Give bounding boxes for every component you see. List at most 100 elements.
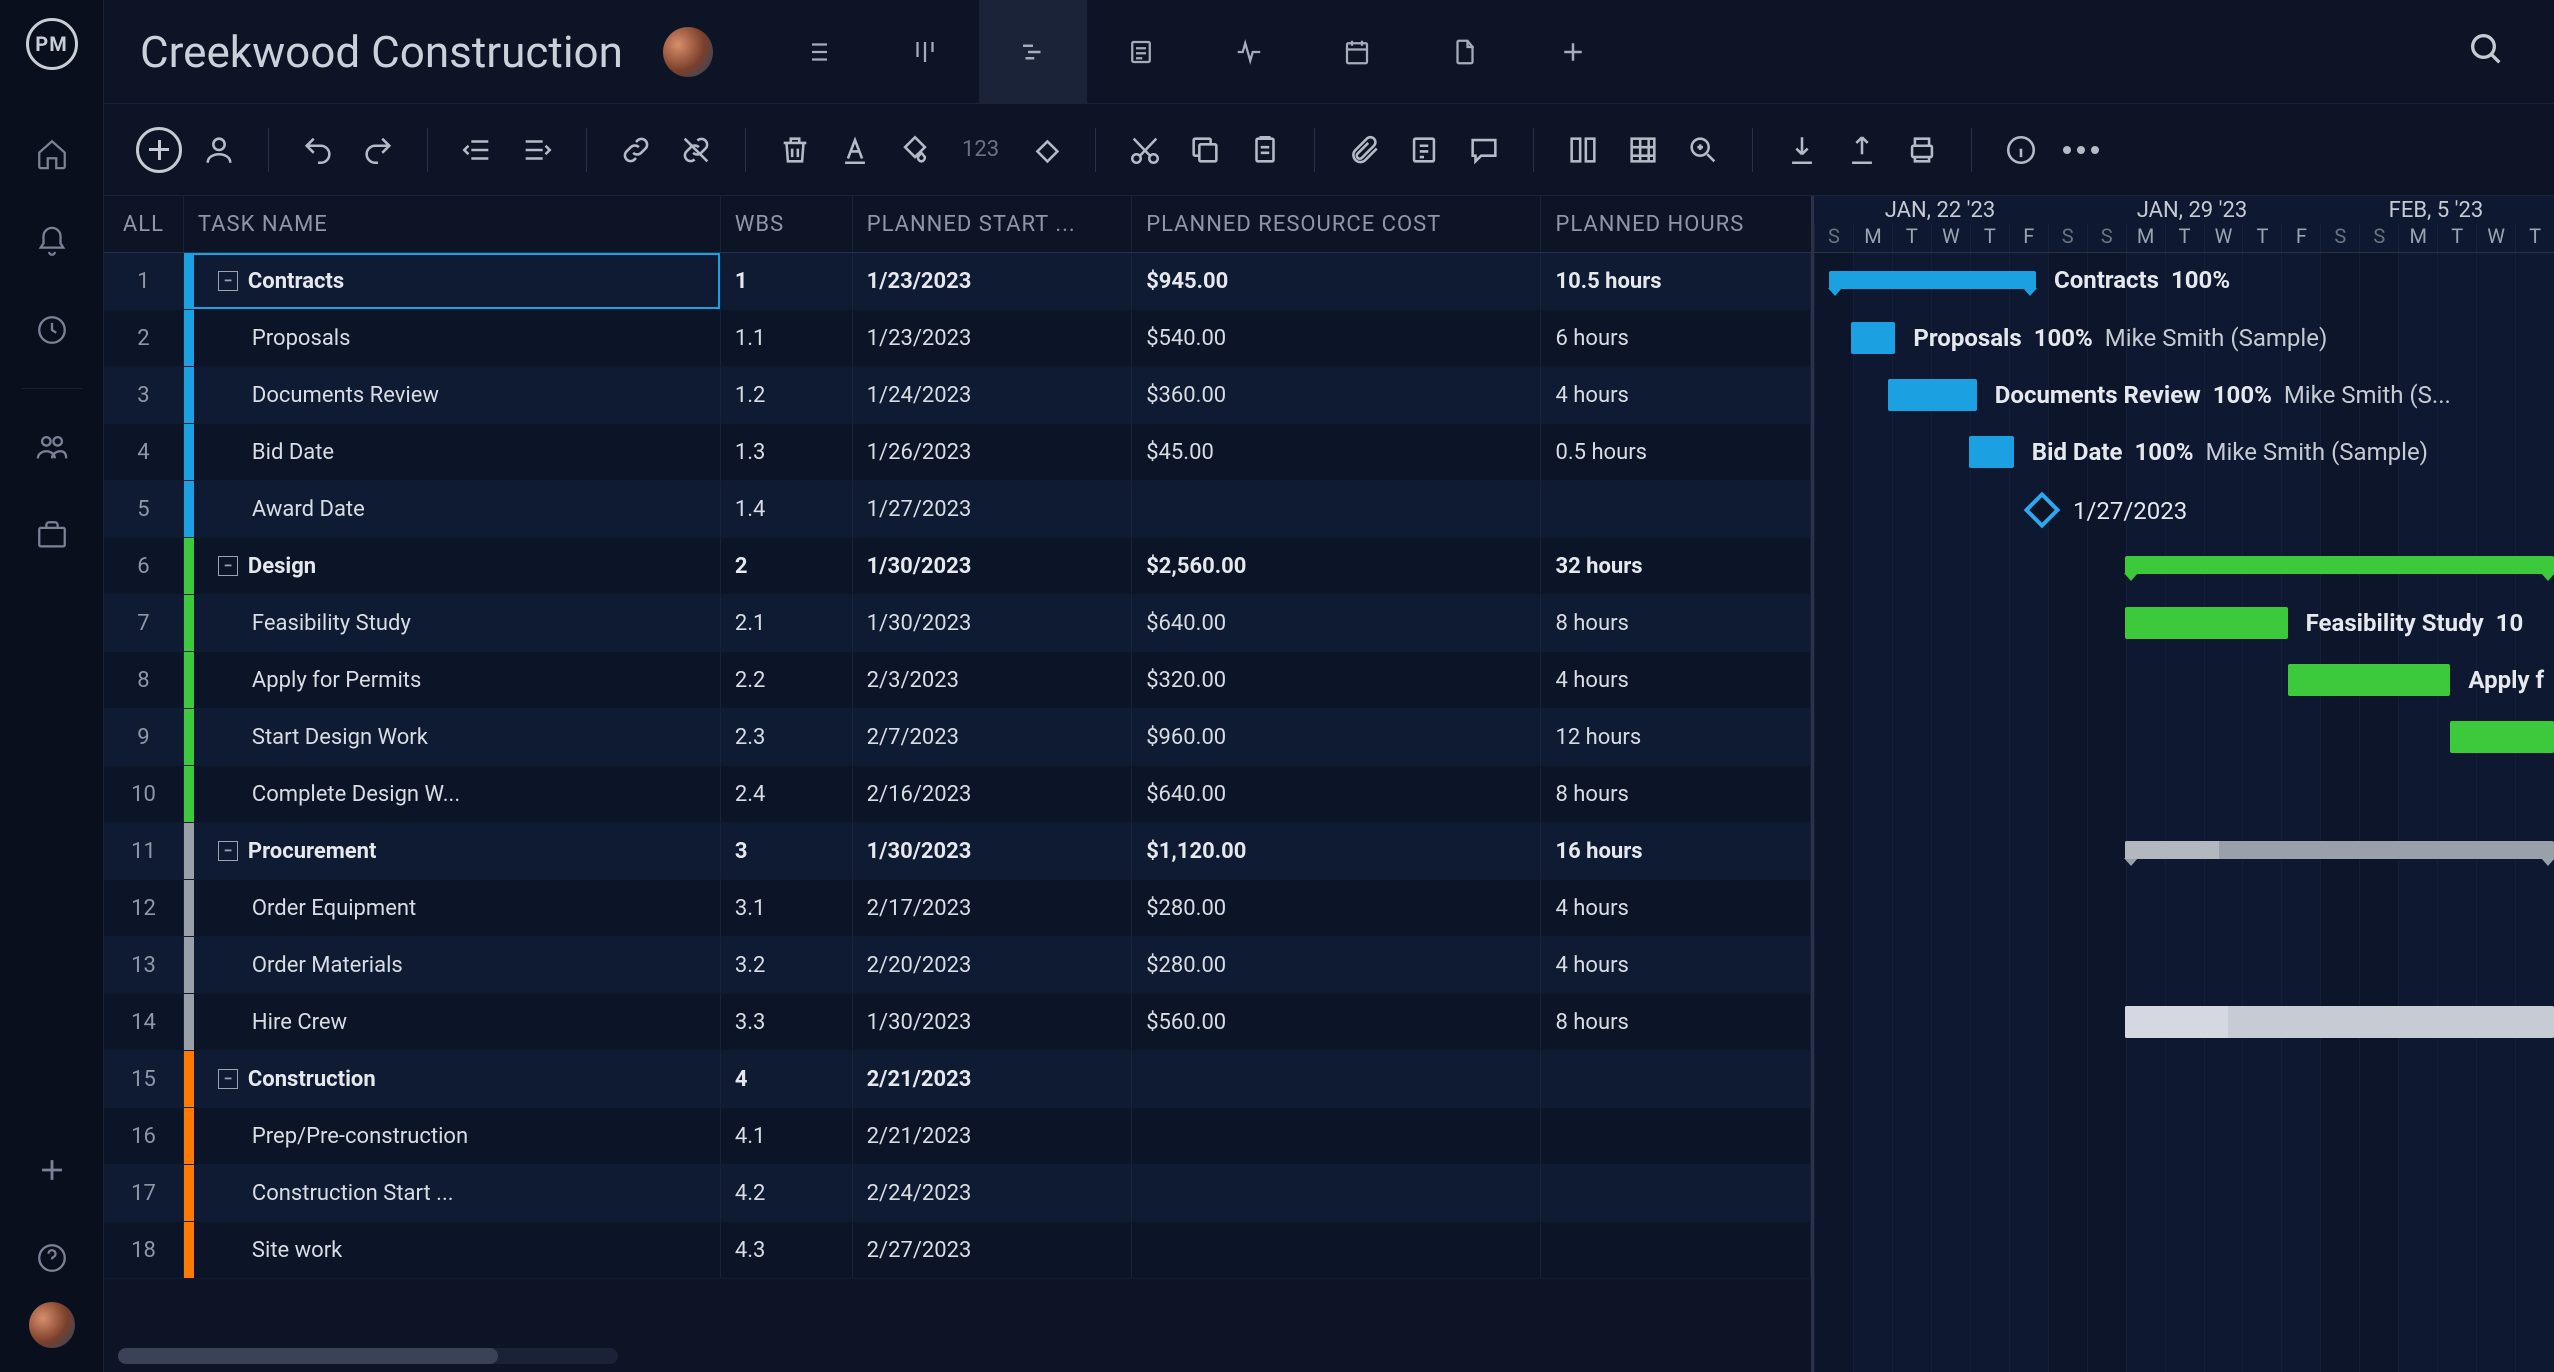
indent-button[interactable] (510, 123, 564, 177)
cell-wbs[interactable]: 2.2 (721, 652, 853, 708)
text-color-button[interactable] (828, 123, 882, 177)
view-list-icon[interactable] (763, 0, 871, 104)
collapse-toggle[interactable]: − (218, 841, 238, 861)
cell-wbs[interactable]: 1.4 (721, 481, 853, 537)
info-button[interactable] (1994, 123, 2048, 177)
gantt-row[interactable] (1814, 538, 2554, 595)
cell-start[interactable]: 2/16/2023 (853, 766, 1133, 822)
row-number[interactable]: 14 (104, 994, 184, 1050)
gantt-row[interactable] (1814, 880, 2554, 937)
gantt-row[interactable] (1814, 823, 2554, 880)
cell-cost[interactable]: $540.00 (1132, 310, 1541, 366)
table-row[interactable]: 9Start Design Work2.32/7/2023$960.0012 h… (104, 709, 1811, 766)
cell-wbs[interactable]: 2.3 (721, 709, 853, 765)
cell-hours[interactable]: 4 hours (1541, 880, 1811, 936)
cell-start[interactable]: 1/23/2023 (853, 253, 1133, 309)
cell-wbs[interactable]: 1 (721, 253, 853, 309)
row-number[interactable]: 13 (104, 937, 184, 993)
cell-wbs[interactable]: 3.3 (721, 994, 853, 1050)
view-calendar-icon[interactable] (1303, 0, 1411, 104)
collapse-toggle[interactable]: − (218, 271, 238, 291)
gantt-row[interactable] (1814, 1165, 2554, 1222)
grid-button[interactable] (1616, 123, 1670, 177)
cell-wbs[interactable]: 4.1 (721, 1108, 853, 1164)
gantt-row[interactable]: Proposals100%Mike Smith (Sample) (1814, 310, 2554, 367)
col-header-all[interactable]: ALL (104, 196, 184, 252)
table-row[interactable]: 6−Design21/30/2023$2,560.0032 hours (104, 538, 1811, 595)
cell-start[interactable]: 1/30/2023 (853, 994, 1133, 1050)
cell-wbs[interactable]: 2.1 (721, 595, 853, 651)
gantt-task-bar[interactable]: Bid Date100%Mike Smith (Sample) (1969, 436, 2013, 468)
add-task-button[interactable] (132, 123, 186, 177)
cell-wbs[interactable]: 4.2 (721, 1165, 853, 1221)
gantt-row[interactable]: Contracts100% (1814, 253, 2554, 310)
user-avatar-rail[interactable] (29, 1302, 75, 1348)
table-row[interactable]: 12Order Equipment3.12/17/2023$280.004 ho… (104, 880, 1811, 937)
gantt-task-bar[interactable]: Apply f (2288, 664, 2451, 696)
cell-start[interactable]: 2/7/2023 (853, 709, 1133, 765)
redo-button[interactable] (351, 123, 405, 177)
cell-hours[interactable]: 0.5 hours (1541, 424, 1811, 480)
cell-hours[interactable]: 32 hours (1541, 538, 1811, 594)
cell-cost[interactable]: $280.00 (1132, 937, 1541, 993)
copy-button[interactable] (1178, 123, 1232, 177)
cell-start[interactable]: 2/21/2023 (853, 1108, 1133, 1164)
nav-notifications-icon[interactable] (28, 218, 76, 266)
cell-hours[interactable]: 16 hours (1541, 823, 1811, 879)
cell-wbs[interactable]: 3 (721, 823, 853, 879)
view-sheet-icon[interactable] (1087, 0, 1195, 104)
print-button[interactable] (1895, 123, 1949, 177)
attachment-button[interactable] (1337, 123, 1391, 177)
table-row[interactable]: 7Feasibility Study2.11/30/2023$640.008 h… (104, 595, 1811, 652)
cell-wbs[interactable]: 1.2 (721, 367, 853, 423)
link-button[interactable] (609, 123, 663, 177)
cell-cost[interactable] (1132, 481, 1541, 537)
cell-wbs[interactable]: 4 (721, 1051, 853, 1107)
view-board-icon[interactable] (871, 0, 979, 104)
cell-start[interactable]: 1/23/2023 (853, 310, 1133, 366)
table-row[interactable]: 13Order Materials3.22/20/2023$280.004 ho… (104, 937, 1811, 994)
gantt-summary-bar[interactable]: Contracts100% (1829, 271, 2036, 289)
row-number[interactable]: 16 (104, 1108, 184, 1164)
nav-help-icon[interactable] (28, 1234, 76, 1282)
cell-start[interactable]: 2/24/2023 (853, 1165, 1133, 1221)
cell-hours[interactable] (1541, 1222, 1811, 1278)
cell-start[interactable]: 1/30/2023 (853, 595, 1133, 651)
gantt-row[interactable] (1814, 937, 2554, 994)
gantt-row[interactable]: Feasibility Study10 (1814, 595, 2554, 652)
cell-hours[interactable]: 6 hours (1541, 310, 1811, 366)
cell-cost[interactable]: $640.00 (1132, 595, 1541, 651)
milestone-button[interactable] (1019, 123, 1073, 177)
cell-cost[interactable] (1132, 1051, 1541, 1107)
export-button[interactable] (1835, 123, 1889, 177)
undo-button[interactable] (291, 123, 345, 177)
gantt-row[interactable] (1814, 766, 2554, 823)
cell-cost[interactable]: $320.00 (1132, 652, 1541, 708)
cell-wbs[interactable]: 4.3 (721, 1222, 853, 1278)
table-row[interactable]: 10Complete Design W...2.42/16/2023$640.0… (104, 766, 1811, 823)
gantt-row[interactable] (1814, 709, 2554, 766)
table-row[interactable]: 17Construction Start ...4.22/24/2023 (104, 1165, 1811, 1222)
cell-cost[interactable]: $945.00 (1132, 253, 1541, 309)
cell-start[interactable]: 1/24/2023 (853, 367, 1133, 423)
cell-start[interactable]: 2/17/2023 (853, 880, 1133, 936)
gantt-row[interactable]: Documents Review100%Mike Smith (S... (1814, 367, 2554, 424)
row-number[interactable]: 15 (104, 1051, 184, 1107)
cell-hours[interactable]: 4 hours (1541, 937, 1811, 993)
cell-cost[interactable] (1132, 1108, 1541, 1164)
row-number[interactable]: 1 (104, 253, 184, 309)
table-row[interactable]: 11−Procurement31/30/2023$1,120.0016 hour… (104, 823, 1811, 880)
gantt-row[interactable]: Hire (1814, 994, 2554, 1051)
cell-hours[interactable]: 4 hours (1541, 652, 1811, 708)
row-number[interactable]: 2 (104, 310, 184, 366)
cell-start[interactable]: 2/27/2023 (853, 1222, 1133, 1278)
cell-cost[interactable]: $45.00 (1132, 424, 1541, 480)
view-activity-icon[interactable] (1195, 0, 1303, 104)
cell-hours[interactable] (1541, 1051, 1811, 1107)
nav-add-icon[interactable] (28, 1146, 76, 1194)
assign-button[interactable] (192, 123, 246, 177)
view-file-icon[interactable] (1411, 0, 1519, 104)
cell-hours[interactable]: 8 hours (1541, 994, 1811, 1050)
row-number[interactable]: 5 (104, 481, 184, 537)
row-number[interactable]: 3 (104, 367, 184, 423)
